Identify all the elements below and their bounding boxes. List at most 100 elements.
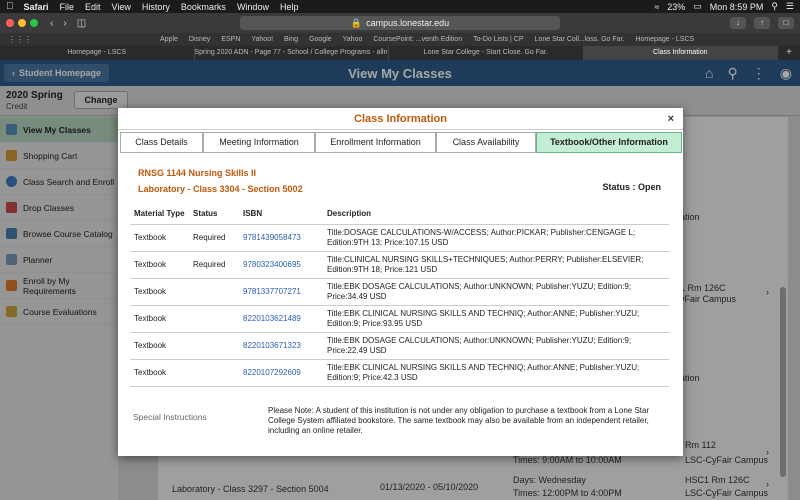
modal-title: Class Information [354, 113, 447, 125]
material-type: Textbook [130, 332, 189, 360]
table-row: Textbook Required 9781439058473 Title:DO… [130, 224, 669, 252]
browser-tab-bar: Homepage - LSCS Spring 2020 ADN - Page 7… [0, 46, 800, 60]
tab-class-details[interactable]: Class Details [120, 132, 203, 153]
battery-icon[interactable]: ▭ [693, 1, 702, 12]
fav-link[interactable]: To-Do Lists | CP [473, 36, 523, 43]
url-text: campus.lonestar.edu [366, 18, 450, 28]
isbn-link[interactable]: 9781439058473 [239, 224, 323, 252]
menu-window[interactable]: Window [237, 2, 269, 12]
column-header: Description [323, 203, 669, 225]
download-icon[interactable]: ↓ [730, 17, 746, 29]
isbn-link[interactable]: 8220107292609 [239, 359, 323, 387]
isbn-link[interactable]: 9781337707271 [239, 278, 323, 306]
browser-toolbar: ‹ › ◫ 🔒 campus.lonestar.edu ↓ ↑ □ [0, 13, 800, 33]
material-description: Title:EBK CLINICAL NURSING SKILLS AND TE… [323, 359, 669, 387]
fav-link[interactable]: Yahoo! [251, 36, 273, 43]
class-information-modal: Class Information × Class Details Meetin… [118, 108, 683, 456]
back-arrow-icon[interactable]: ‹ [50, 18, 53, 29]
material-status [189, 305, 239, 333]
menu-list-icon[interactable]: ☰ [786, 1, 794, 12]
fav-link[interactable]: Homepage - LSCS [635, 36, 694, 43]
forward-arrow-icon[interactable]: › [63, 18, 66, 29]
tab-textbook-other-information[interactable]: Textbook/Other Information [536, 132, 682, 153]
fav-link[interactable]: Google [309, 36, 332, 43]
material-status [189, 359, 239, 387]
browser-tab[interactable]: Spring 2020 ADN - Page 77 - School / Col… [195, 46, 389, 60]
fav-link[interactable]: Disney [189, 36, 210, 43]
material-type: Textbook [130, 305, 189, 333]
material-type: Textbook [130, 224, 189, 252]
close-icon[interactable]: × [668, 108, 674, 130]
isbn-link[interactable]: 8220103671323 [239, 332, 323, 360]
fav-link[interactable]: Lone Star Coll...loss. Go Far. [535, 36, 625, 43]
apple-icon[interactable]:  [6, 1, 14, 12]
browser-tab-active[interactable]: Class Information [583, 46, 778, 60]
material-description: Title:DOSAGE CALCULATIONS-W/ACCESS; Auth… [323, 224, 669, 252]
material-type: Textbook [130, 278, 189, 306]
material-status [189, 278, 239, 306]
modal-title-bar: Class Information × [118, 108, 683, 130]
isbn-link[interactable]: 8220103621489 [239, 305, 323, 333]
table-row: Textbook Required 9780323400695 Title:CL… [130, 251, 669, 279]
zoom-window-button[interactable] [30, 19, 38, 27]
fav-link[interactable]: Bing [284, 36, 298, 43]
material-type: Textbook [130, 359, 189, 387]
share-icon[interactable]: ↑ [754, 17, 770, 29]
url-bar[interactable]: 🔒 campus.lonestar.edu [240, 16, 560, 30]
material-status [189, 332, 239, 360]
minimize-window-button[interactable] [18, 19, 26, 27]
macos-menubar:  Safari File Edit View History Bookmark… [0, 0, 800, 13]
course-title: RNSG 1144 Nursing Skills II [138, 168, 257, 178]
new-tab-icon[interactable]: + [778, 46, 800, 60]
menu-bookmarks[interactable]: Bookmarks [181, 2, 226, 12]
menu-edit[interactable]: Edit [85, 2, 101, 12]
column-header: ISBN [239, 203, 323, 225]
table-row: Textbook 8220103671323 Title:EBK DOSAGE … [130, 332, 669, 360]
wifi-icon[interactable]: ≈ [654, 2, 659, 12]
table-row: Textbook 9781337707271 Title:EBK DOSAGE … [130, 278, 669, 306]
menu-file[interactable]: File [60, 2, 75, 12]
grid-icon[interactable]: ⋮⋮⋮ [8, 35, 32, 44]
fav-link[interactable]: ESPN [221, 36, 240, 43]
sidebar-toggle-icon[interactable]: ◫ [77, 18, 86, 29]
column-header: Status [189, 203, 239, 225]
browser-tab[interactable]: Homepage - LSCS [0, 46, 195, 60]
search-icon[interactable]: ⚲ [771, 1, 778, 12]
fav-link[interactable]: Apple [160, 36, 178, 43]
special-instructions-label: Special Instructions [133, 412, 207, 422]
fav-link[interactable]: Yahoo [343, 36, 363, 43]
battery-percent[interactable]: 23% [667, 2, 685, 12]
lock-icon: 🔒 [350, 17, 363, 28]
material-description: Title:EBK CLINICAL NURSING SKILLS AND TE… [323, 305, 669, 333]
close-window-button[interactable] [6, 19, 14, 27]
tab-class-availability[interactable]: Class Availability [436, 132, 536, 153]
isbn-link[interactable]: 9780323400695 [239, 251, 323, 279]
table-row: Textbook 8220107292609 Title:EBK CLINICA… [130, 359, 669, 387]
material-description: Title:CLINICAL NURSING SKILLS+TECHNIQUES… [323, 251, 669, 279]
clock[interactable]: Mon 8:59 PM [710, 2, 764, 12]
tab-enrollment-information[interactable]: Enrollment Information [315, 132, 436, 153]
material-description: Title:EBK DOSAGE CALCULATIONS; Author:UN… [323, 278, 669, 306]
material-type: Textbook [130, 251, 189, 279]
course-heading: RNSG 1144 Nursing Skills II Laboratory -… [138, 165, 303, 197]
special-instructions-text: Please Note: A student of this instituti… [268, 406, 650, 435]
table-row: Textbook 8220103621489 Title:EBK CLINICA… [130, 305, 669, 333]
status-badge: Status : Open [602, 182, 661, 192]
material-status: Required [189, 251, 239, 279]
modal-tabs: Class Details Meeting Information Enroll… [120, 132, 683, 153]
favorites-bar: ⋮⋮⋮ Apple Disney ESPN Yahoo! Bing Google… [0, 33, 800, 46]
column-header: Material Type [130, 203, 189, 225]
tabs-overview-icon[interactable]: □ [778, 17, 794, 29]
window-controls [6, 19, 38, 27]
menu-help[interactable]: Help [280, 2, 299, 12]
fav-link[interactable]: CoursePoint: ...venth Edition [373, 36, 462, 43]
menu-view[interactable]: View [112, 2, 131, 12]
menu-safari[interactable]: Safari [24, 2, 49, 12]
material-description: Title:EBK DOSAGE CALCULATIONS; Author:UN… [323, 332, 669, 360]
browser-tab[interactable]: Lone Star College - Start Close. Go Far. [389, 46, 584, 60]
material-status: Required [189, 224, 239, 252]
materials-table: Material Type Status ISBN Description Te… [130, 203, 669, 387]
course-section: Laboratory - Class 3304 - Section 5002 [138, 184, 303, 194]
tab-meeting-information[interactable]: Meeting Information [203, 132, 315, 153]
menu-history[interactable]: History [142, 2, 170, 12]
